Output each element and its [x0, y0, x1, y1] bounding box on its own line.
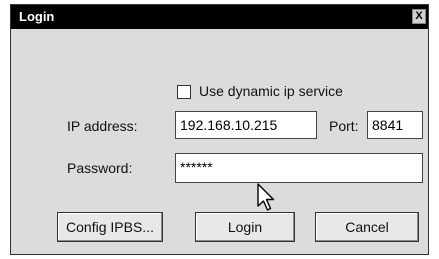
password-field[interactable]: ******: [175, 153, 423, 183]
window-title: Login: [19, 9, 55, 24]
config-ipbs-button[interactable]: Config IPBS...: [57, 212, 163, 242]
ip-address-label: IP address:: [67, 118, 138, 134]
login-dialog: Login X Use dynamic ip service IP addres…: [10, 4, 429, 255]
password-label: Password:: [67, 160, 133, 176]
close-button[interactable]: X: [412, 9, 426, 24]
mouse-pointer-icon: [257, 183, 275, 211]
cancel-button[interactable]: Cancel: [315, 212, 419, 242]
port-field[interactable]: 8841: [367, 111, 423, 139]
title-bar: Login X: [11, 5, 428, 29]
ip-address-field[interactable]: 192.168.10.215: [175, 111, 317, 139]
port-label: Port:: [329, 118, 359, 134]
dynamic-ip-checkbox[interactable]: [177, 85, 191, 99]
login-button[interactable]: Login: [195, 212, 295, 242]
dynamic-ip-label: Use dynamic ip service: [199, 83, 343, 99]
